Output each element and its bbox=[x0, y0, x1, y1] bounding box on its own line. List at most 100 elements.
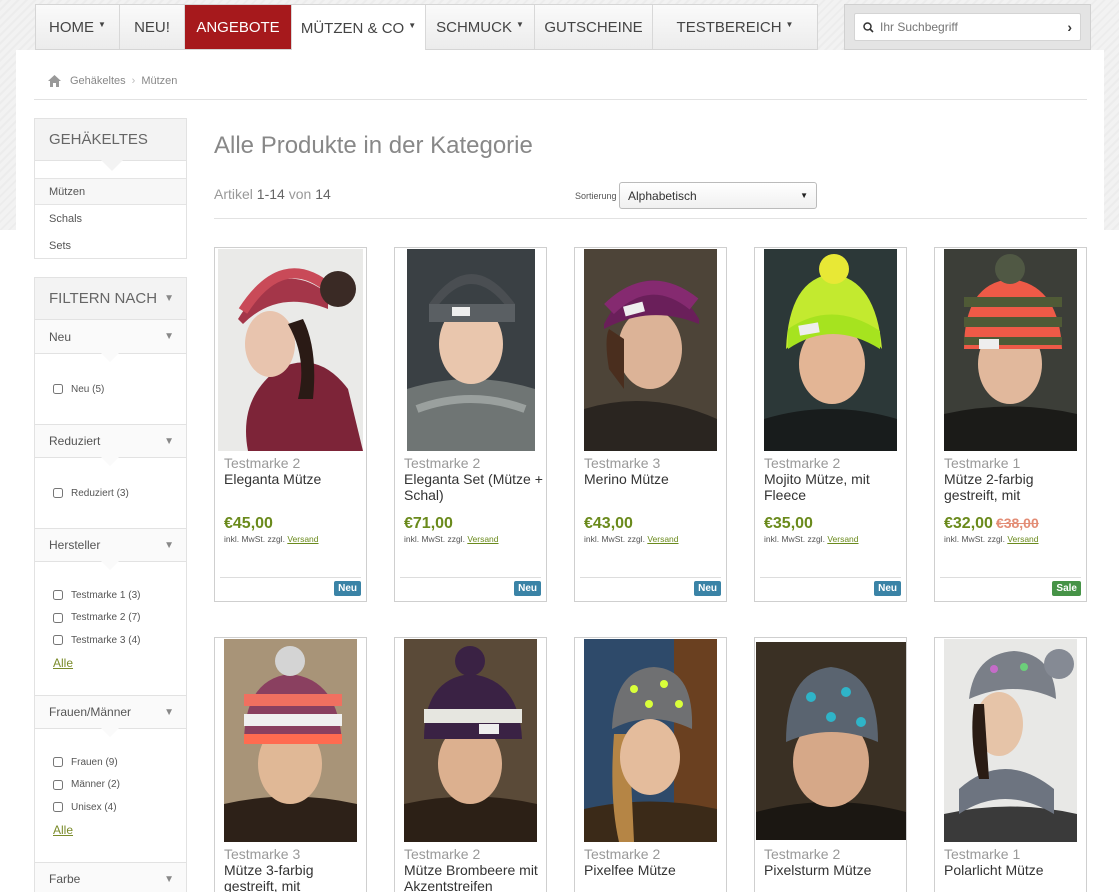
search-icon bbox=[863, 21, 874, 33]
chevron-right-icon[interactable]: › bbox=[1067, 19, 1072, 35]
filter-group-reduziert[interactable]: Reduziert ▼ bbox=[35, 424, 186, 466]
product-image[interactable] bbox=[944, 639, 1077, 842]
filter-option-maenner[interactable]: Männer (2) bbox=[53, 774, 186, 797]
sidebar-item-muetzen[interactable]: Mützen bbox=[35, 178, 186, 205]
product-image[interactable] bbox=[224, 639, 357, 842]
divider bbox=[760, 577, 901, 578]
checkbox[interactable] bbox=[53, 612, 63, 623]
product-card[interactable]: Testmarke 1 Polarlicht Mütze bbox=[934, 637, 1087, 892]
breadcrumb-gehaekeltes[interactable]: Gehäkeltes bbox=[70, 75, 126, 87]
checkbox[interactable] bbox=[53, 802, 63, 813]
product-name[interactable]: Pixelsturm Mütze bbox=[764, 862, 904, 878]
shipping-link[interactable]: Versand bbox=[467, 534, 498, 544]
divider bbox=[400, 577, 541, 578]
checkbox[interactable] bbox=[53, 635, 63, 646]
product-name[interactable]: Mütze 2-farbig gestreift, mit bbox=[944, 471, 1084, 503]
filter-heading[interactable]: Filtern nach ▼ bbox=[35, 278, 186, 320]
product-card[interactable]: Testmarke 2 Mütze Brombeere mit Akzentst… bbox=[394, 637, 547, 892]
product-brand: Testmarke 3 bbox=[584, 455, 661, 471]
checkbox[interactable] bbox=[53, 757, 63, 768]
alle-link[interactable]: Alle bbox=[53, 656, 73, 670]
shipping-link[interactable]: Versand bbox=[1007, 534, 1038, 544]
product-name[interactable]: Polarlicht Mütze bbox=[944, 862, 1084, 878]
product-name[interactable]: Eleganta Set (Mütze + Schal) bbox=[404, 471, 544, 503]
product-card[interactable]: Testmarke 2 Eleganta Mütze €45,00 inkl. … bbox=[214, 247, 367, 602]
filter-option-neu[interactable]: Neu (5) bbox=[53, 378, 186, 401]
chevron-down-icon: ▼ bbox=[164, 435, 174, 447]
filter-group-gender[interactable]: Frauen/Männer ▼ bbox=[35, 695, 186, 737]
product-name[interactable]: Mütze 3-farbig gestreift, mit bbox=[224, 862, 364, 892]
divider bbox=[940, 577, 1081, 578]
checkbox[interactable] bbox=[53, 384, 63, 395]
filter-option-reduziert[interactable]: Reduziert (3) bbox=[53, 482, 186, 505]
shipping-link[interactable]: Versand bbox=[827, 534, 858, 544]
checkbox[interactable] bbox=[53, 590, 63, 601]
nav-item-muetzen[interactable]: Mützen & Co ▼ bbox=[292, 5, 426, 51]
divider bbox=[214, 218, 1087, 219]
tax-note: inkl. MwSt. zzgl. Versand bbox=[944, 534, 1039, 544]
caret-down-icon: ▼ bbox=[98, 19, 106, 29]
product-name[interactable]: Mojito Mütze, mit Fleece bbox=[764, 471, 904, 503]
sort-select[interactable]: Alphabetisch ▼ bbox=[619, 182, 817, 209]
product-image[interactable] bbox=[584, 639, 717, 842]
nav-item-neu[interactable]: Neu! bbox=[120, 5, 185, 49]
product-name[interactable]: Merino Mütze bbox=[584, 471, 724, 487]
product-card[interactable]: Testmarke 2 Pixelsturm Mütze bbox=[754, 637, 907, 892]
product-brand: Testmarke 2 bbox=[584, 846, 661, 862]
product-brand: Testmarke 1 bbox=[944, 846, 1021, 862]
filter-option-testmarke-2[interactable]: Testmarke 2 (7) bbox=[53, 607, 186, 630]
product-name[interactable]: Pixelfee Mütze bbox=[584, 862, 724, 878]
shipping-link[interactable]: Versand bbox=[287, 534, 318, 544]
filter-option-unisex[interactable]: Unisex (4) bbox=[53, 796, 186, 819]
product-name[interactable]: Mütze Brombeere mit Akzentstreifen bbox=[404, 862, 544, 892]
product-image[interactable] bbox=[944, 249, 1077, 451]
product-image[interactable] bbox=[404, 639, 537, 842]
status-badge: Neu bbox=[514, 581, 541, 596]
product-price: €35,00 bbox=[764, 515, 813, 532]
product-card[interactable]: Testmarke 2 Mojito Mütze, mit Fleece €35… bbox=[754, 247, 907, 602]
old-price: €38,00 bbox=[995, 515, 1039, 531]
product-brand: Testmarke 2 bbox=[404, 846, 481, 862]
product-card[interactable]: Testmarke 3 Mütze 3-farbig gestreift, mi… bbox=[214, 637, 367, 892]
filter-group-neu[interactable]: Neu ▼ bbox=[35, 320, 186, 362]
alle-link[interactable]: Alle bbox=[53, 823, 73, 837]
filter-group-hersteller[interactable]: Hersteller ▼ bbox=[35, 528, 186, 570]
search-field: › bbox=[854, 13, 1081, 41]
product-image[interactable] bbox=[764, 249, 897, 451]
filter-option-testmarke-3[interactable]: Testmarke 3 (4) bbox=[53, 629, 186, 652]
nav-item-gutscheine[interactable]: Gutscheine bbox=[535, 5, 653, 49]
filter-option-testmarke-1[interactable]: Testmarke 1 (3) bbox=[53, 584, 186, 607]
product-card[interactable]: Testmarke 2 Eleganta Set (Mütze + Schal)… bbox=[394, 247, 547, 602]
chevron-down-icon: ▼ bbox=[164, 539, 174, 551]
product-image[interactable] bbox=[218, 249, 363, 451]
page-title: Alle Produkte in der Kategorie bbox=[214, 132, 533, 159]
product-name[interactable]: Eleganta Mütze bbox=[224, 471, 364, 487]
checkbox[interactable] bbox=[53, 488, 63, 499]
sidebar-item-schals[interactable]: Schals bbox=[35, 205, 186, 232]
product-card[interactable]: Testmarke 3 Merino Mütze €43,00 inkl. Mw… bbox=[574, 247, 727, 602]
filter-group-farbe[interactable]: Farbe ▼ bbox=[35, 862, 186, 892]
sidebar-item-sets[interactable]: Sets bbox=[35, 232, 186, 259]
filter-box: Filtern nach ▼ Neu ▼ Neu (5) Reduziert ▼ Re… bbox=[34, 277, 187, 892]
nav-item-angebote[interactable]: Angebote bbox=[185, 5, 292, 49]
checkbox[interactable] bbox=[53, 779, 63, 790]
nav-item-testbereich[interactable]: Testbereich ▼ bbox=[653, 5, 817, 49]
caret-down-icon: ▼ bbox=[515, 19, 524, 29]
filter-option-frauen[interactable]: Frauen (9) bbox=[53, 751, 186, 774]
home-icon[interactable] bbox=[48, 75, 61, 87]
chevron-down-icon: ▼ bbox=[164, 293, 174, 304]
shipping-link[interactable]: Versand bbox=[647, 534, 678, 544]
product-image[interactable] bbox=[584, 249, 717, 451]
status-badge: Sale bbox=[1052, 581, 1081, 596]
product-card[interactable]: Testmarke 2 Pixelfee Mütze bbox=[574, 637, 727, 892]
product-price: €43,00 bbox=[584, 515, 633, 532]
nav-item-schmuck[interactable]: Schmuck ▼ bbox=[426, 5, 535, 49]
search-input[interactable] bbox=[880, 20, 1068, 34]
main-nav: Home ▼ Neu! Angebote Mützen & Co ▼ Schmuck… bbox=[35, 4, 818, 51]
chevron-down-icon: ▼ bbox=[164, 873, 174, 885]
product-image[interactable] bbox=[407, 249, 535, 451]
category-heading: Gehäkeltes bbox=[35, 119, 186, 171]
product-card[interactable]: Testmarke 1 Mütze 2-farbig gestreift, mi… bbox=[934, 247, 1087, 602]
product-image[interactable] bbox=[756, 642, 906, 840]
nav-item-home[interactable]: Home ▼ bbox=[36, 5, 120, 49]
